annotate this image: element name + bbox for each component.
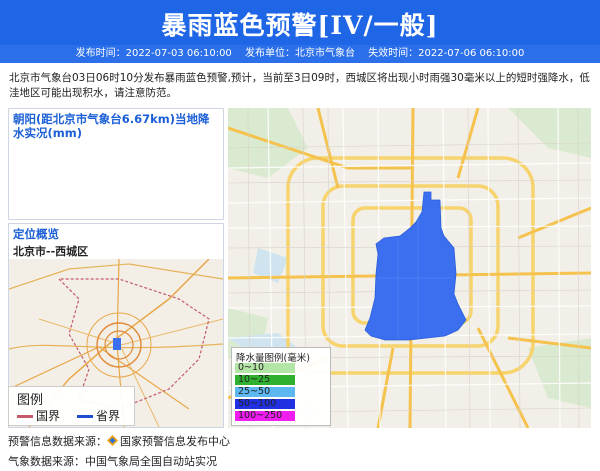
legend-item-national-border: 国界 [17,407,60,424]
warning-meta-bar: 发布时间：2022-07-03 06:10:00 发布单位：北京市气象台 失效时… [0,45,600,63]
warning-title: 暴雨蓝色预警[IV/一般] [161,11,439,40]
precip-legend-row: 10~25 [235,375,295,385]
weather-source-line: 气象数据来源：中国气象局全国自动站实况 [8,455,217,468]
precip-legend-row: 25~50 [235,387,295,397]
warning-description: 北京市气象台03日06时10分发布暴雨蓝色预警,预计，当前至3日09时，西城区将… [9,72,590,99]
precip-legend: 降水量图例(毫米) 0~10 10~25 25~50 50~100 100~25… [231,347,331,426]
warning-center-logo-icon [107,435,118,446]
provincial-border-label: 省界 [96,409,121,423]
precip-legend-row: 0~10 [235,363,295,373]
warning-source-line: 预警信息数据来源： 国家预警信息发布中心 [8,433,230,449]
warning-source-label: 预警信息数据来源： [8,435,107,448]
provincial-border-swatch [77,415,93,418]
legend-item-provincial-border: 省界 [77,407,120,424]
warning-source-name: 国家预警信息发布中心 [120,435,230,448]
issue-time: 发布时间：2022-07-03 06:10:00 [75,48,232,59]
precip-legend-row: 50~100 [235,399,295,409]
rain-panel-title: 朝阳(距北京市气象台6.67km)当地降水实况(mm) [13,112,210,140]
precip-label: 10~25 [238,374,271,385]
national-border-swatch [17,415,33,418]
rain-panel: 朝阳(距北京市气象台6.67km)当地降水实况(mm) [8,108,224,220]
precip-label: 0~10 [238,362,265,373]
national-border-label: 国界 [36,409,61,423]
precip-label: 50~100 [238,398,277,409]
warning-header: 暴雨蓝色预警[IV/一般] 发布时间：2022-07-03 06:10:00 发… [0,0,600,63]
precip-label: 25~50 [238,386,271,397]
issuer: 发布单位：北京市气象台 [245,48,355,59]
location-panel-title: 定位概览 [13,227,59,241]
location-name: 北京市--西城区 [13,245,89,258]
precip-legend-row: 100~250 [235,411,295,421]
boundary-legend: 图例 国界 省界 [8,386,135,426]
precip-label: 100~250 [238,410,283,421]
expire-time: 失效时间：2022-07-06 06:10:00 [368,48,525,59]
boundary-legend-title: 图例 [17,393,44,408]
